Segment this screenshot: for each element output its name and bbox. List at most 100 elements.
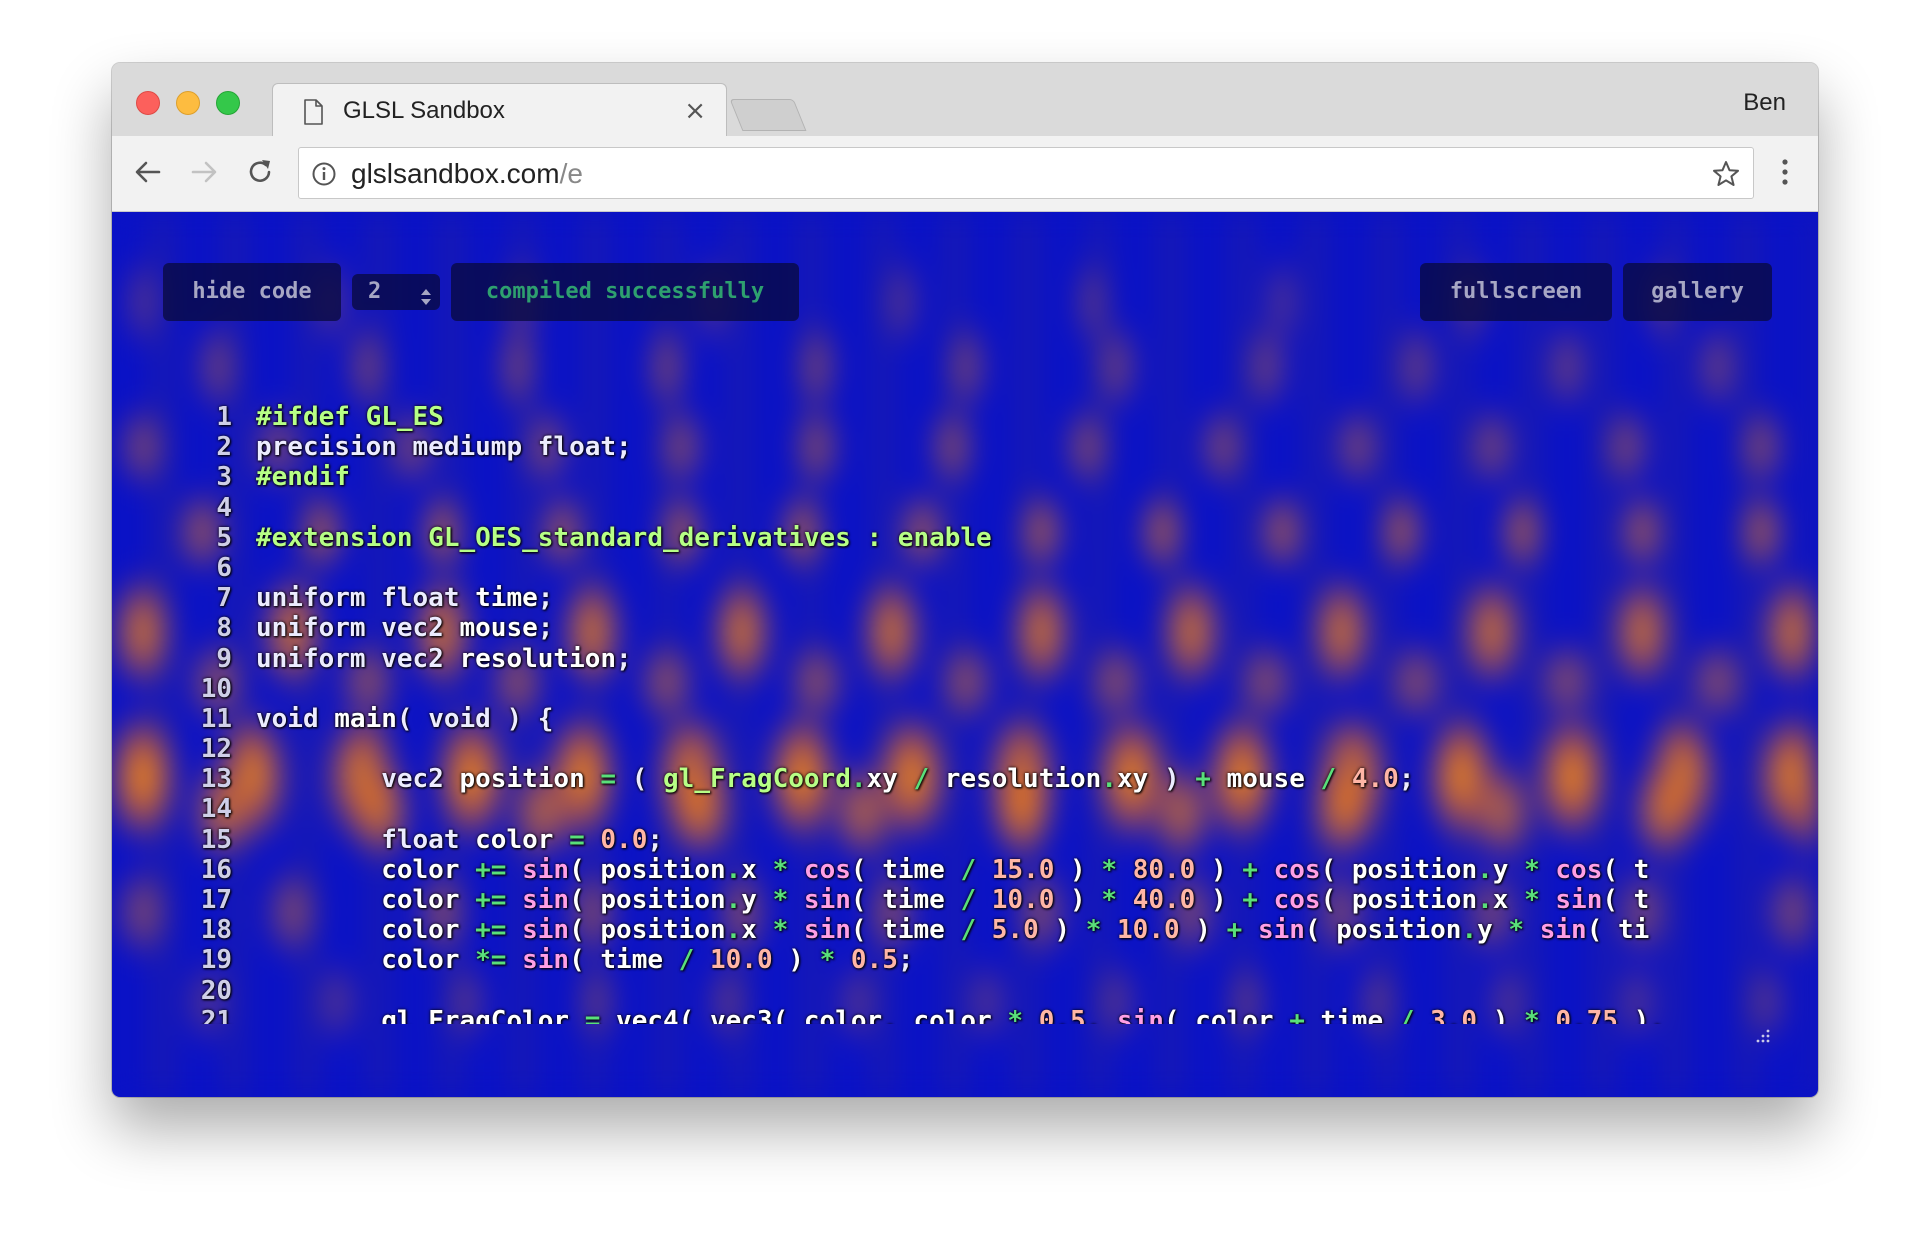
code-token: xy bbox=[1116, 764, 1164, 795]
close-window-button[interactable] bbox=[136, 91, 160, 115]
code-line: 14 bbox=[200, 794, 1760, 824]
code-token: ; bbox=[537, 613, 554, 644]
line-number: 17 bbox=[200, 885, 232, 915]
code-token: * bbox=[1101, 885, 1118, 915]
code-token: color bbox=[256, 885, 476, 915]
tab-title: GLSL Sandbox bbox=[343, 97, 505, 124]
code-line: 3 #endif bbox=[200, 462, 1760, 492]
code-token: color bbox=[475, 824, 570, 855]
browser-toolbar: glslsandbox.com/e bbox=[112, 136, 1818, 212]
code-token: + bbox=[1226, 915, 1243, 946]
code-token: 0.5 bbox=[1038, 1005, 1086, 1024]
code-token: ) bbox=[1054, 854, 1102, 885]
code-token: += bbox=[475, 854, 507, 885]
code-token: ) bbox=[1179, 915, 1227, 946]
hide-code-button[interactable]: hide code bbox=[163, 263, 341, 321]
tab-glsl-sandbox[interactable]: GLSL Sandbox × bbox=[272, 83, 727, 137]
code-token: ) bbox=[1195, 854, 1243, 885]
address-bar[interactable]: glslsandbox.com/e bbox=[298, 147, 1754, 199]
resize-grip-icon[interactable] bbox=[1750, 1025, 1772, 1051]
code-token: 3.0 bbox=[1430, 1005, 1478, 1024]
star-icon[interactable] bbox=[1711, 159, 1741, 193]
code-token: / bbox=[1398, 1005, 1415, 1024]
code-editor[interactable]: 1 #ifdef GL_ES 2 precision mediump float; 3 #… bbox=[200, 402, 1760, 1024]
code-token: . bbox=[1461, 915, 1478, 946]
code-token: cos bbox=[1273, 854, 1321, 885]
code-token: uniform vec2 bbox=[256, 613, 460, 644]
code-token: . bbox=[725, 885, 742, 915]
code-token: sin bbox=[1257, 915, 1305, 946]
code-token: . bbox=[725, 915, 742, 946]
code-token: / bbox=[960, 854, 977, 885]
new-tab-button[interactable] bbox=[729, 99, 807, 131]
code-token: . bbox=[850, 764, 867, 795]
tab-close-button[interactable]: × bbox=[684, 98, 706, 124]
code-token: . bbox=[1101, 764, 1117, 795]
code-token: ( position bbox=[569, 885, 726, 915]
code-token: mouse bbox=[1210, 764, 1321, 795]
code-line: 6 bbox=[200, 553, 1760, 583]
code-token: / bbox=[913, 764, 930, 795]
quality-select[interactable]: 2 bbox=[352, 274, 440, 310]
code-token: 10.0 bbox=[1117, 915, 1180, 946]
code-line: 19 color *= sin( time / 10.0 ) * 0.5; bbox=[200, 945, 1760, 975]
code-token: = bbox=[584, 1005, 601, 1024]
code-token: y bbox=[1477, 915, 1509, 946]
reload-icon[interactable] bbox=[244, 156, 276, 192]
code-token: * bbox=[772, 854, 789, 885]
line-text: #extension GL_OES_standard_derivatives :… bbox=[256, 523, 992, 553]
code-token: sin bbox=[522, 854, 570, 885]
line-number: 11 bbox=[200, 703, 232, 734]
code-token: / bbox=[1320, 764, 1337, 795]
code-token: 4.0 bbox=[1351, 764, 1399, 795]
code-token: vec2 bbox=[256, 764, 460, 795]
code-token: resolution bbox=[929, 764, 1102, 795]
code-line: 17 color += sin( position.y * sin( time … bbox=[200, 885, 1760, 915]
code-token: x bbox=[1492, 885, 1525, 915]
forward-icon[interactable] bbox=[188, 156, 220, 192]
code-token: ) bbox=[1038, 915, 1086, 946]
document-icon bbox=[303, 99, 323, 129]
url-host: glslsandbox.com bbox=[351, 158, 560, 189]
code-line: 21 gl_FragColor = vec4( vec3( color, col… bbox=[200, 1006, 1760, 1024]
code-token: * bbox=[1085, 915, 1102, 946]
back-icon[interactable] bbox=[132, 156, 164, 192]
code-line: 9 uniform vec2 resolution; bbox=[200, 644, 1760, 674]
profile-name[interactable]: Ben bbox=[1743, 89, 1786, 117]
code-token: sin bbox=[1116, 1005, 1164, 1024]
code-token: 10.0 bbox=[991, 885, 1055, 915]
code-token: #endif bbox=[256, 462, 350, 493]
line-text: #endif bbox=[256, 462, 350, 492]
code-token: / bbox=[678, 945, 695, 976]
minimize-window-button[interactable] bbox=[176, 91, 200, 115]
menu-dots-icon[interactable] bbox=[1780, 156, 1790, 192]
gallery-button[interactable]: gallery bbox=[1623, 263, 1772, 321]
info-icon[interactable] bbox=[311, 161, 337, 191]
code-token: ) bbox=[1054, 885, 1102, 915]
code-token: * bbox=[1524, 854, 1540, 885]
code-token: ( t bbox=[1602, 854, 1650, 885]
line-number: 14 bbox=[200, 794, 232, 825]
code-token: cos bbox=[1273, 885, 1321, 915]
fullscreen-button[interactable]: fullscreen bbox=[1420, 263, 1612, 321]
line-number: 15 bbox=[200, 824, 232, 855]
code-token: + bbox=[1242, 885, 1258, 915]
code-token: void bbox=[256, 703, 335, 734]
code-token: ( color bbox=[1163, 1005, 1290, 1024]
maximize-window-button[interactable] bbox=[216, 91, 240, 115]
code-token: ; bbox=[647, 824, 664, 855]
code-token: ) bbox=[1163, 764, 1196, 795]
code-token: + bbox=[1242, 854, 1258, 885]
line-text: uniform float time; bbox=[256, 583, 553, 613]
